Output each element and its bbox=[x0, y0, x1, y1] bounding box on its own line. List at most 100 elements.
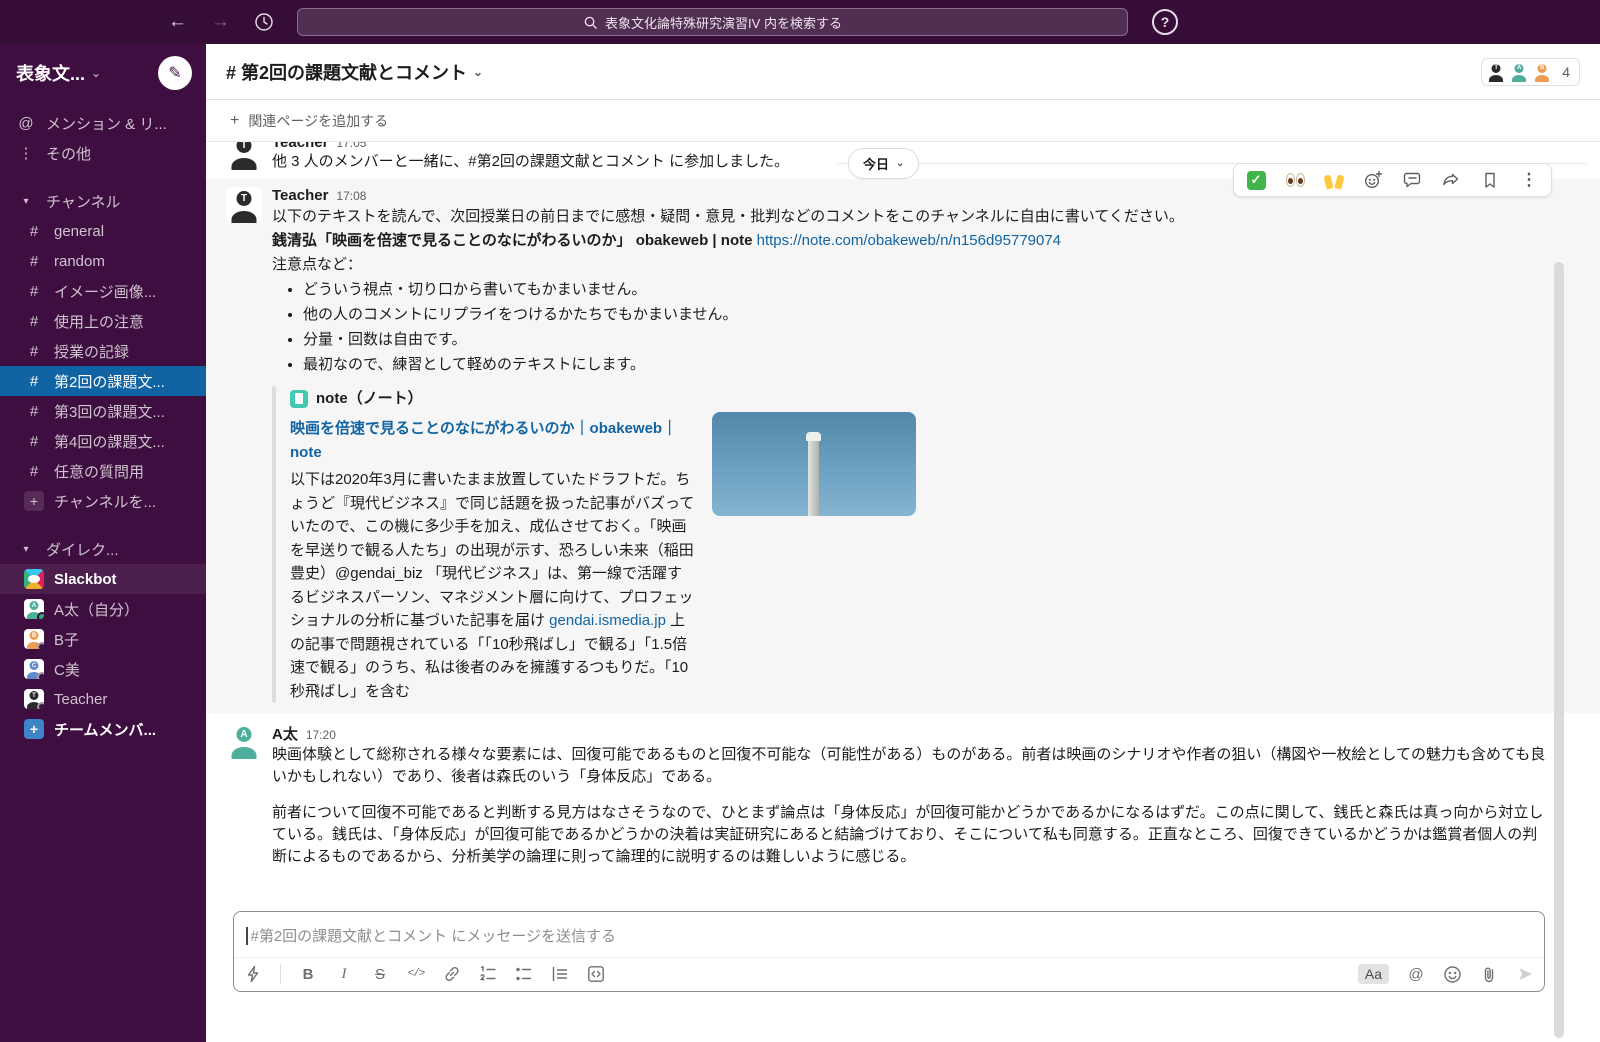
emoji-button[interactable] bbox=[1443, 964, 1462, 984]
bottom-spacer bbox=[206, 992, 1600, 1042]
presence-online-dot bbox=[37, 612, 44, 619]
date-divider-pill[interactable]: 今日 ⌄ bbox=[848, 148, 919, 179]
sidebar-channel-general[interactable]: #general bbox=[0, 216, 206, 246]
hash-icon: # bbox=[24, 253, 44, 270]
notes-label: 注意点など： bbox=[272, 254, 1546, 276]
reference-line: 銭清弘「映画を倍速で見ることのなにがわるいのか」 obakeweb | note… bbox=[272, 230, 1546, 252]
help-icon[interactable]: ? bbox=[1152, 9, 1178, 35]
hash-icon: # bbox=[24, 283, 44, 300]
sidebar-item-more[interactable]: ⋮ その他 bbox=[0, 138, 206, 168]
mention-button[interactable]: @ bbox=[1407, 964, 1425, 984]
chevron-down-icon: ⌄ bbox=[91, 66, 101, 80]
sidebar-dm-teacher[interactable]: T Teacher bbox=[0, 684, 206, 714]
history-clock-icon[interactable] bbox=[254, 12, 274, 32]
vertical-scrollbar[interactable] bbox=[1554, 262, 1564, 1038]
save-bookmark-button[interactable] bbox=[1479, 170, 1501, 190]
workspace-name: 表象文... bbox=[16, 60, 85, 86]
sidebar-dm-slackbot[interactable]: Slackbot bbox=[0, 564, 206, 594]
code-button[interactable]: </> bbox=[407, 964, 425, 984]
sidebar-channel-session3[interactable]: #第3回の課題文... bbox=[0, 396, 206, 426]
invite-members-button[interactable]: + チームメンバ... bbox=[0, 714, 206, 744]
note-url-link[interactable]: https://note.com/obakeweb/n/n156d9577907… bbox=[757, 232, 1061, 249]
note-favicon bbox=[290, 390, 308, 408]
dm-section-header[interactable]: ▾ ダイレク... bbox=[0, 534, 206, 564]
bulleted-list-button[interactable] bbox=[515, 964, 533, 984]
sidebar-channel-session2-active[interactable]: #第2回の課題文... bbox=[0, 366, 206, 396]
channel-header: # 第2回の課題文献とコメント ⌄ T A B 4 bbox=[206, 44, 1600, 100]
bookmarks-bar: + 関連ページを追加する bbox=[206, 100, 1600, 142]
member-avatar-teacher: T bbox=[1486, 62, 1506, 82]
hash-icon: # bbox=[24, 223, 44, 240]
sidebar-channel-random[interactable]: #random bbox=[0, 246, 206, 276]
gendai-link[interactable]: gendai.ismedia.jp bbox=[549, 612, 666, 629]
reference-title: 銭清弘「映画を倍速で見ることのなにがわるいのか」 obakeweb | note bbox=[272, 232, 752, 249]
bold-button[interactable]: B bbox=[299, 964, 317, 984]
card-preview-image[interactable] bbox=[712, 412, 916, 516]
check-mark-reaction-button[interactable]: ✓ bbox=[1245, 170, 1267, 190]
avatar[interactable]: T bbox=[226, 187, 262, 223]
share-message-button[interactable] bbox=[1440, 170, 1462, 190]
eyes-reaction-button[interactable] bbox=[1284, 170, 1306, 190]
bullet-item: 最初なので、練習として軽めのテキストにします。 bbox=[303, 354, 1546, 376]
blockquote-button[interactable] bbox=[551, 964, 569, 984]
plus-icon: + bbox=[230, 112, 239, 130]
hash-icon: # bbox=[24, 463, 44, 480]
sender-name[interactable]: A太 bbox=[272, 723, 298, 744]
link-button[interactable] bbox=[443, 964, 461, 984]
add-reaction-button[interactable] bbox=[1362, 170, 1384, 190]
composer-area: #第2回の課題文献とコメント にメッセージを送信する B I S </> bbox=[206, 911, 1600, 992]
member-avatar-a: A bbox=[1509, 62, 1529, 82]
more-actions-button[interactable]: ⋮ bbox=[1518, 170, 1540, 190]
sidebar-dm-a-taro[interactable]: A A太（自分） bbox=[0, 594, 206, 624]
avatar: T bbox=[24, 689, 44, 709]
code-block-button[interactable] bbox=[587, 964, 605, 984]
history-forward-icon[interactable]: → bbox=[211, 11, 230, 33]
new-message-button[interactable]: ✎ bbox=[158, 56, 192, 90]
toolbar-divider bbox=[280, 964, 281, 984]
avatar[interactable]: A bbox=[226, 723, 262, 759]
presence-offline-dot bbox=[37, 702, 44, 709]
ordered-list-button[interactable] bbox=[479, 964, 497, 984]
message-paragraph: 映画体験として総称される様々な要素には、回復可能であるものと回復不可能な（可能性… bbox=[272, 744, 1546, 788]
member-count: 4 bbox=[1562, 64, 1570, 80]
shortcuts-bolt-icon[interactable] bbox=[244, 964, 262, 984]
message-teacher: ✓ ⋮ T bbox=[206, 179, 1600, 713]
show-formatting-button[interactable]: Aa bbox=[1358, 964, 1389, 984]
triangle-down-icon: ▾ bbox=[16, 544, 36, 555]
italic-button[interactable]: I bbox=[335, 964, 353, 984]
sidebar-dm-c-mi[interactable]: C C美 bbox=[0, 654, 206, 684]
sender-name[interactable]: Teacher bbox=[272, 142, 328, 151]
workspace-switcher[interactable]: 表象文... ⌄ bbox=[16, 60, 101, 86]
hash-icon: # bbox=[24, 373, 44, 390]
hash-icon: # bbox=[24, 433, 44, 450]
sidebar-channel-class-records[interactable]: #授業の記録 bbox=[0, 336, 206, 366]
add-channel-button[interactable]: + チャンネルを... bbox=[0, 486, 206, 516]
tower-photo-shape bbox=[808, 438, 819, 516]
sidebar-dm-b-ko[interactable]: B B子 bbox=[0, 624, 206, 654]
sender-name[interactable]: Teacher bbox=[272, 187, 328, 204]
channels-section-header[interactable]: ▾ チャンネル bbox=[0, 186, 206, 216]
timestamp[interactable]: 17:20 bbox=[306, 728, 336, 742]
plus-icon: + bbox=[24, 491, 44, 511]
raised-hands-reaction-button[interactable] bbox=[1323, 170, 1345, 190]
search-input[interactable]: 表象文化論特殊研究演習IV 内を検索する bbox=[297, 8, 1128, 36]
add-related-pages-button[interactable]: 関連ページを追加する bbox=[248, 111, 388, 131]
timestamp[interactable]: 17:08 bbox=[336, 189, 366, 203]
reply-in-thread-button[interactable] bbox=[1401, 170, 1423, 190]
channel-title[interactable]: # 第2回の課題文献とコメント ⌄ bbox=[226, 59, 483, 85]
card-title-link[interactable]: 映画を倍速で見ることのなにがわるいのか｜obakeweb｜note bbox=[290, 417, 696, 465]
attach-file-icon[interactable] bbox=[1480, 964, 1498, 984]
strikethrough-button[interactable]: S bbox=[371, 964, 389, 984]
sidebar-channel-image[interactable]: #イメージ画像... bbox=[0, 276, 206, 306]
history-back-icon[interactable]: ← bbox=[168, 11, 187, 33]
timestamp[interactable]: 17:05 bbox=[336, 142, 366, 150]
sidebar-channel-usage-notes[interactable]: #使用上の注意 bbox=[0, 306, 206, 336]
channel-members-button[interactable]: T A B 4 bbox=[1481, 58, 1580, 86]
message-input[interactable]: #第2回の課題文献とコメント にメッセージを送信する bbox=[234, 912, 1544, 957]
bullet-item: 他の人のコメントにリプライをつけるかたちでもかまいません。 bbox=[303, 304, 1546, 326]
send-button[interactable]: ➤ bbox=[1516, 964, 1534, 984]
sidebar-channel-session4[interactable]: #第4回の課題文... bbox=[0, 426, 206, 456]
sidebar-item-mentions[interactable]: @ メンション & リ... bbox=[0, 108, 206, 138]
sidebar-channel-questions[interactable]: #任意の質問用 bbox=[0, 456, 206, 486]
avatar[interactable]: T bbox=[226, 142, 262, 170]
